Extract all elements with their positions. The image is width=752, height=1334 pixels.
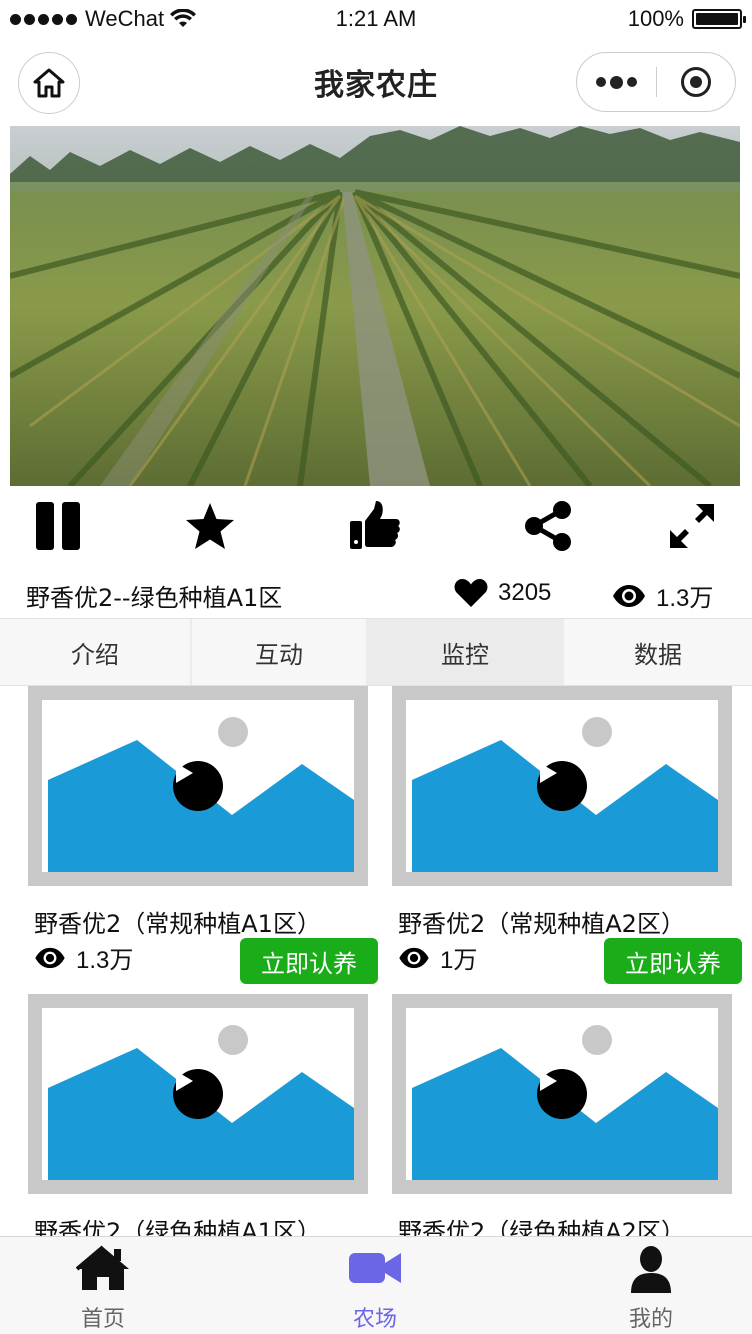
farm-plot-name: 野香优2--绿色种植A1区: [26, 584, 283, 612]
camera-title: 野香优2（绿色种植A1区）: [34, 1218, 321, 1236]
play-icon: [540, 763, 557, 783]
like-button[interactable]: [344, 496, 404, 556]
status-bar: WeChat 1:21 AM 100%: [0, 0, 752, 40]
video-camera-icon: [349, 1253, 401, 1283]
nav-bar: 我家农庄: [0, 40, 752, 126]
tabbar-label-farm: 农场: [352, 1307, 397, 1332]
bottom-tab-bar: 首页 农场 我的: [0, 1236, 752, 1334]
fullscreen-icon: [670, 504, 714, 548]
tab-intro[interactable]: 介绍: [0, 619, 192, 685]
camera-title: 野香优2（绿色种植A2区）: [398, 1218, 685, 1236]
section-tabs: 介绍 互动 监控 数据: [0, 618, 752, 686]
fullscreen-button[interactable]: [662, 496, 722, 556]
share-icon: [525, 501, 571, 551]
camera-card[interactable]: 野香优2（绿色种植A2区）: [392, 994, 732, 1236]
play-button[interactable]: [173, 761, 223, 811]
like-count-value: 3205: [498, 579, 552, 606]
home-icon: [76, 1245, 129, 1290]
tabbar-item-mine[interactable]: 我的: [576, 1237, 726, 1334]
camera-grid: 野香优2（常规种植A1区） 1.3万 立即认养 野香优2（常规种植A2区） 1万…: [0, 686, 752, 1236]
pause-button[interactable]: [28, 496, 88, 556]
camera-thumbnail[interactable]: [392, 686, 732, 886]
target-icon: [680, 67, 711, 97]
live-video-player[interactable]: [10, 126, 740, 486]
tabbar-item-farm[interactable]: 农场: [300, 1237, 450, 1334]
tabbar-label-home: 首页: [80, 1307, 125, 1332]
eye-icon: [613, 584, 645, 607]
play-icon: [176, 763, 193, 783]
thumbs-up-icon: [350, 501, 400, 549]
camera-thumbnail[interactable]: [392, 994, 732, 1194]
view-count: 1.3万: [612, 578, 713, 613]
play-button[interactable]: [537, 761, 587, 811]
camera-view-value: 1.3万: [76, 947, 134, 974]
share-button[interactable]: [518, 496, 578, 556]
camera-card[interactable]: 野香优2（常规种植A1区） 1.3万 立即认养: [28, 686, 378, 984]
camera-title: 野香优2（常规种植A1区）: [34, 910, 321, 938]
field-video-frame: [10, 126, 740, 486]
tab-interaction[interactable]: 互动: [192, 619, 368, 685]
star-icon: [186, 503, 234, 549]
camera-thumbnail[interactable]: [28, 994, 368, 1194]
view-count-value: 1.3万: [656, 585, 714, 612]
camera-thumbnail[interactable]: [28, 686, 368, 886]
tabbar-item-home[interactable]: 首页: [28, 1237, 178, 1334]
pause-icon: [36, 502, 80, 550]
home-button[interactable]: [18, 52, 80, 114]
tabbar-label-mine: 我的: [628, 1307, 673, 1332]
camera-view-count: 1.3万: [34, 940, 133, 975]
status-right: 100%: [627, 6, 746, 32]
tab-monitor[interactable]: 监控: [368, 619, 564, 685]
mini-program-capsule: [576, 52, 736, 112]
more-menu-button[interactable]: [577, 53, 656, 111]
camera-view-count: 1万: [398, 940, 477, 975]
more-dots-icon: [595, 77, 606, 87]
battery-fill: [696, 13, 738, 25]
heart-icon: [454, 579, 488, 607]
camera-card[interactable]: 野香优2（绿色种植A1区）: [28, 994, 368, 1236]
close-mini-program-button[interactable]: [657, 53, 736, 111]
eye-icon: [399, 947, 429, 968]
like-count: 3205: [454, 578, 551, 608]
adopt-button[interactable]: 立即认养: [604, 938, 742, 984]
play-button[interactable]: [537, 1069, 587, 1119]
video-controls: [0, 490, 752, 562]
play-button[interactable]: [173, 1069, 223, 1119]
favorite-button[interactable]: [180, 496, 240, 556]
play-icon: [176, 1071, 193, 1091]
battery-percent: 100%: [627, 6, 684, 31]
home-icon: [33, 68, 65, 98]
adopt-button[interactable]: 立即认养: [240, 938, 378, 984]
camera-card[interactable]: 野香优2（常规种植A2区） 1万 立即认养: [392, 686, 742, 984]
camera-view-value: 1万: [440, 947, 478, 974]
camera-title: 野香优2（常规种植A2区）: [398, 910, 685, 938]
play-icon: [540, 1071, 557, 1091]
eye-icon: [35, 947, 65, 968]
user-icon: [631, 1246, 671, 1293]
tab-data[interactable]: 数据: [564, 619, 752, 685]
video-info-row: 野香优2--绿色种植A1区 3205 1.3万: [0, 570, 752, 618]
battery-icon: [692, 9, 746, 29]
